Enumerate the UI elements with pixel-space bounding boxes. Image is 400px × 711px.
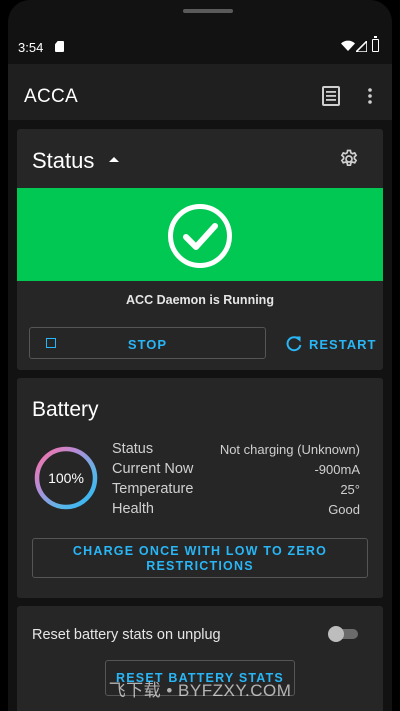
restart-button[interactable]: RESTART [309,337,376,352]
watermark: 飞下载 • BYFZXY.COM [108,681,292,700]
charge-once-button[interactable]: CHARGE ONCE WITH LOW TO ZERO RESTRICTION… [32,538,368,578]
info-label-health: Health [112,501,154,517]
stop-button[interactable]: STOP [29,327,266,359]
notch-indicator [183,9,233,13]
battery-percent: 100% [48,470,84,486]
toggle-thumb [328,626,344,642]
info-label-current: Current Now [112,461,194,477]
info-value-health: Good [328,502,360,517]
info-label-status: Status [112,441,154,457]
wifi-icon [341,40,355,51]
battery-card: Battery 100% Status Not charging (Unknow… [17,378,383,598]
status-card: Status ACC Daemon is Running STOP RESTAR… [17,129,383,370]
charge-once-label-line2: RESTRICTIONS [146,559,254,573]
battery-card-title: Battery [32,398,99,421]
daemon-status-text: ACC Daemon is Running [126,293,274,307]
status-card-title[interactable]: Status [32,148,94,174]
info-value-current: -900mA [314,462,360,477]
reset-on-unplug-toggle[interactable] [328,626,360,642]
charge-once-button-label: CHARGE ONCE WITH LOW TO ZERO RESTRICTION… [33,544,367,574]
stop-button-label: STOP [127,337,168,352]
log-icon[interactable] [322,86,340,106]
sd-card-icon [55,41,64,52]
battery-icon [372,36,379,52]
reset-on-unplug-label: Reset battery stats on unplug [32,627,221,643]
app-screen: 3:54 ACCA Status ACC Daemon is Running S… [8,0,392,711]
clock: 3:54 [18,40,44,55]
charge-once-label-line1: CHARGE ONCE WITH LOW TO ZERO [72,544,328,558]
restart-icon[interactable] [285,335,303,353]
caret-up-icon[interactable] [109,157,119,162]
info-value-temperature: 25° [340,482,360,497]
info-label-temperature: Temperature [112,481,194,497]
status-bar: 3:54 [8,30,392,64]
info-value-status: Not charging (Unknown) [219,442,360,457]
gear-icon[interactable] [339,149,359,169]
check-circle-icon [168,204,232,268]
more-vert-icon[interactable] [367,88,373,104]
signal-icon [356,41,367,52]
app-bar: ACCA [8,64,392,120]
app-title: ACCA [24,86,78,107]
